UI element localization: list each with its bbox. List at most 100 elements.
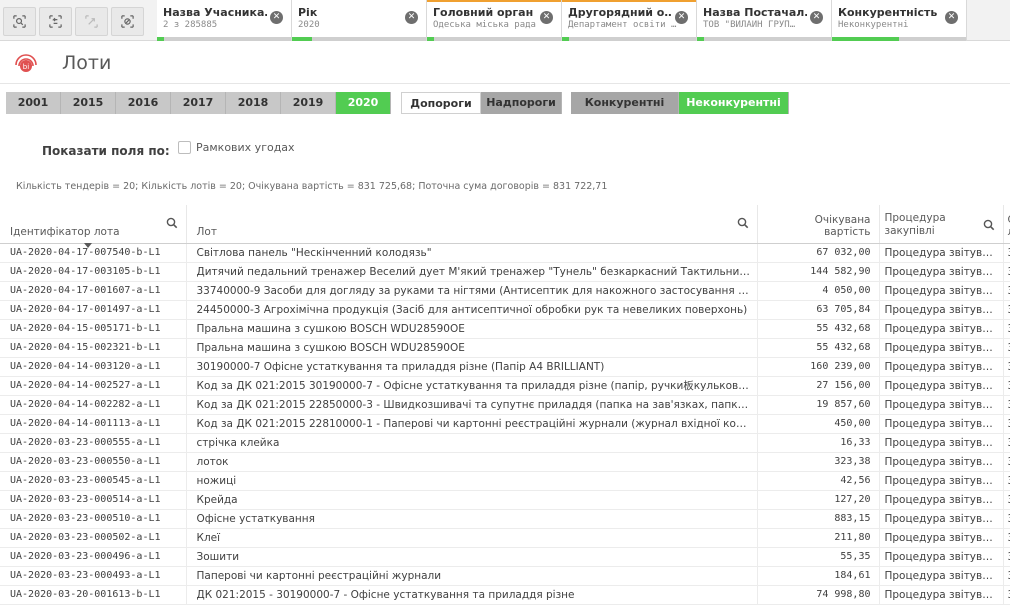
extra-cell[interactable]: 3 (1003, 281, 1010, 301)
selection-chip-participant[interactable]: Назва Учасника… 2 з 285885 ✕ (157, 0, 292, 41)
extra-cell[interactable]: 3 (1003, 300, 1010, 320)
lot-name-cell[interactable]: Пральна машина з сушкою BOSCH WDU28590OE (186, 319, 758, 339)
extra-cell[interactable]: 3 (1003, 338, 1010, 358)
lot-name-cell[interactable]: Дитячий педальний тренажер Веселий дует … (186, 262, 758, 282)
expected-value-cell[interactable]: 160 239,00 (757, 357, 880, 377)
close-icon[interactable]: ✕ (540, 11, 553, 24)
extra-cell[interactable]: 3 (1003, 433, 1010, 453)
expected-value-cell[interactable]: 127,20 (757, 490, 880, 510)
column-header-truncated[interactable]: С л (1003, 205, 1010, 244)
lot-id-cell[interactable]: UA-2020-03-23-000514-a-L1 (0, 490, 187, 510)
procedure-cell[interactable]: Процедура звітува… (879, 585, 1004, 605)
selection-chip-year[interactable]: Рік 2020 ✕ (292, 0, 427, 41)
above-threshold-button[interactable]: Надпороги (481, 92, 562, 114)
close-icon[interactable]: ✕ (270, 11, 283, 24)
lot-name-cell[interactable]: Світлова панель "Нескінченний колодязь" (186, 243, 758, 263)
lot-name-cell[interactable]: 30190000-7 Офісне устаткування та прилад… (186, 357, 758, 377)
step-forward-button[interactable] (75, 7, 108, 36)
expected-value-cell[interactable]: 883,15 (757, 509, 880, 529)
expected-value-cell[interactable]: 144 582,90 (757, 262, 880, 282)
table-row[interactable]: UA-2020-03-20-001613-b-L1 ДК 021:2015 - 3… (0, 585, 1010, 605)
procedure-cell[interactable]: Процедура звітува… (879, 395, 1004, 415)
extra-cell[interactable]: 3 (1003, 243, 1010, 263)
close-icon[interactable]: ✕ (405, 11, 418, 24)
year-button-2019[interactable]: 2019 (281, 92, 336, 114)
year-button-2016[interactable]: 2016 (116, 92, 171, 114)
expected-value-cell[interactable]: 19 857,60 (757, 395, 880, 415)
procedure-cell[interactable]: Процедура звітува… (879, 433, 1004, 453)
smart-search-button[interactable] (3, 7, 36, 36)
column-header-procedure[interactable]: Процедура закупівлі (879, 205, 1004, 244)
lot-name-cell[interactable]: ДК 021:2015 - 30190000-7 - Офісне устатк… (186, 585, 758, 605)
expected-value-cell[interactable]: 27 156,00 (757, 376, 880, 396)
procedure-cell[interactable]: Процедура звітува… (879, 319, 1004, 339)
procedure-cell[interactable]: Процедура звітува… (879, 471, 1004, 491)
lot-id-cell[interactable]: UA-2020-03-23-000550-a-L1 (0, 452, 187, 472)
extra-cell[interactable]: 3 (1003, 547, 1010, 567)
extra-cell[interactable]: 3 (1003, 566, 1010, 586)
lot-id-cell[interactable]: UA-2020-04-14-001113-a-L1 (0, 414, 187, 434)
lot-id-cell[interactable]: UA-2020-03-23-000493-a-L1 (0, 566, 187, 586)
expected-value-cell[interactable]: 323,38 (757, 452, 880, 472)
lot-name-cell[interactable]: лоток (186, 452, 758, 472)
lot-id-cell[interactable]: UA-2020-03-23-000496-a-L1 (0, 547, 187, 567)
step-back-button[interactable] (39, 7, 72, 36)
extra-cell[interactable]: 3 (1003, 585, 1010, 605)
lot-id-cell[interactable]: UA-2020-04-14-003120-a-L1 (0, 357, 187, 377)
lot-id-cell[interactable]: UA-2020-03-20-001613-b-L1 (0, 585, 187, 605)
column-header-lot[interactable]: Лот (186, 205, 758, 244)
close-icon[interactable]: ✕ (675, 11, 688, 24)
lot-id-cell[interactable]: UA-2020-04-15-005171-b-L1 (0, 319, 187, 339)
expected-value-cell[interactable]: 63 705,84 (757, 300, 880, 320)
procedure-cell[interactable]: Процедура звітува… (879, 262, 1004, 282)
selection-chip-competitiveness[interactable]: Конкурентність Неконкурентні ✕ (832, 0, 967, 41)
table-row[interactable]: UA-2020-04-14-002527-a-L1 Код за ДК 021:2… (0, 376, 1010, 396)
clear-all-button[interactable] (111, 7, 144, 36)
selection-chip-supplier[interactable]: Назва Постачал… ТОВ "ВИЛАЙН ГРУП… ✕ (697, 0, 832, 41)
lot-name-cell[interactable]: Код за ДК 021:2015 22810000-1 - Паперові… (186, 414, 758, 434)
below-threshold-button[interactable]: Допороги (401, 92, 481, 114)
extra-cell[interactable]: 3 (1003, 528, 1010, 548)
lot-id-cell[interactable]: UA-2020-04-17-001497-a-L1 (0, 300, 187, 320)
lot-name-cell[interactable]: стрічка клейка (186, 433, 758, 453)
extra-cell[interactable]: 3 (1003, 471, 1010, 491)
procedure-cell[interactable]: Процедура звітува… (879, 566, 1004, 586)
procedure-cell[interactable]: Процедура звітува… (879, 243, 1004, 263)
search-icon[interactable] (737, 217, 749, 229)
table-row[interactable]: UA-2020-04-14-003120-a-L1 30190000-7 Офіс… (0, 357, 1010, 377)
table-row[interactable]: UA-2020-04-15-002321-b-L1 Пральна машина … (0, 338, 1010, 358)
procedure-cell[interactable]: Процедура звітува… (879, 414, 1004, 434)
lot-name-cell[interactable]: Пральна машина з сушкою BOSCH WDU28590OE (186, 338, 758, 358)
table-row[interactable]: UA-2020-03-23-000510-a-L1 Офісне устаткув… (0, 509, 1010, 529)
lot-name-cell[interactable]: Крейда (186, 490, 758, 510)
procedure-cell[interactable]: Процедура звітува… (879, 338, 1004, 358)
expected-value-cell[interactable]: 16,33 (757, 433, 880, 453)
expected-value-cell[interactable]: 55,35 (757, 547, 880, 567)
lot-id-cell[interactable]: UA-2020-04-17-001607-a-L1 (0, 281, 187, 301)
table-row[interactable]: UA-2020-04-17-001607-a-L1 33740000-9 Засо… (0, 281, 1010, 301)
selection-chip-main-body[interactable]: Головний орган Одеська міська рада ✕ (427, 0, 562, 41)
lot-id-cell[interactable]: UA-2020-03-23-000510-a-L1 (0, 509, 187, 529)
procedure-cell[interactable]: Процедура звітува… (879, 281, 1004, 301)
lot-id-cell[interactable]: UA-2020-04-15-002321-b-L1 (0, 338, 187, 358)
extra-cell[interactable]: 3 (1003, 376, 1010, 396)
expected-value-cell[interactable]: 211,80 (757, 528, 880, 548)
procedure-cell[interactable]: Процедура звітува… (879, 490, 1004, 510)
lot-id-cell[interactable]: UA-2020-04-14-002282-a-L1 (0, 395, 187, 415)
lot-name-cell[interactable]: Код за ДК 021:2015 30190000-7 - Офісне у… (186, 376, 758, 396)
search-icon[interactable] (983, 219, 995, 231)
expected-value-cell[interactable]: 450,00 (757, 414, 880, 434)
non-competitive-button[interactable]: Неконкурентні (679, 92, 789, 114)
year-button-2015[interactable]: 2015 (61, 92, 116, 114)
lot-name-cell[interactable]: 33740000-9 Засоби для догляду за руками … (186, 281, 758, 301)
table-row[interactable]: UA-2020-03-23-000550-a-L1 лоток 323,38 Проц… (0, 452, 1010, 472)
framework-agreements-toggle[interactable]: Рамкових угодах (178, 141, 295, 154)
expected-value-cell[interactable]: 67 032,00 (757, 243, 880, 263)
table-row[interactable]: UA-2020-04-14-002282-a-L1 Код за ДК 021:2… (0, 395, 1010, 415)
expected-value-cell[interactable]: 55 432,68 (757, 319, 880, 339)
expected-value-cell[interactable]: 74 998,80 (757, 585, 880, 605)
table-row[interactable]: UA-2020-04-15-005171-b-L1 Пральна машина … (0, 319, 1010, 339)
lot-id-cell[interactable]: UA-2020-03-23-000555-a-L1 (0, 433, 187, 453)
year-button-2020[interactable]: 2020 (336, 92, 391, 114)
lot-id-cell[interactable]: UA-2020-04-17-007540-b-L1 (0, 243, 187, 263)
